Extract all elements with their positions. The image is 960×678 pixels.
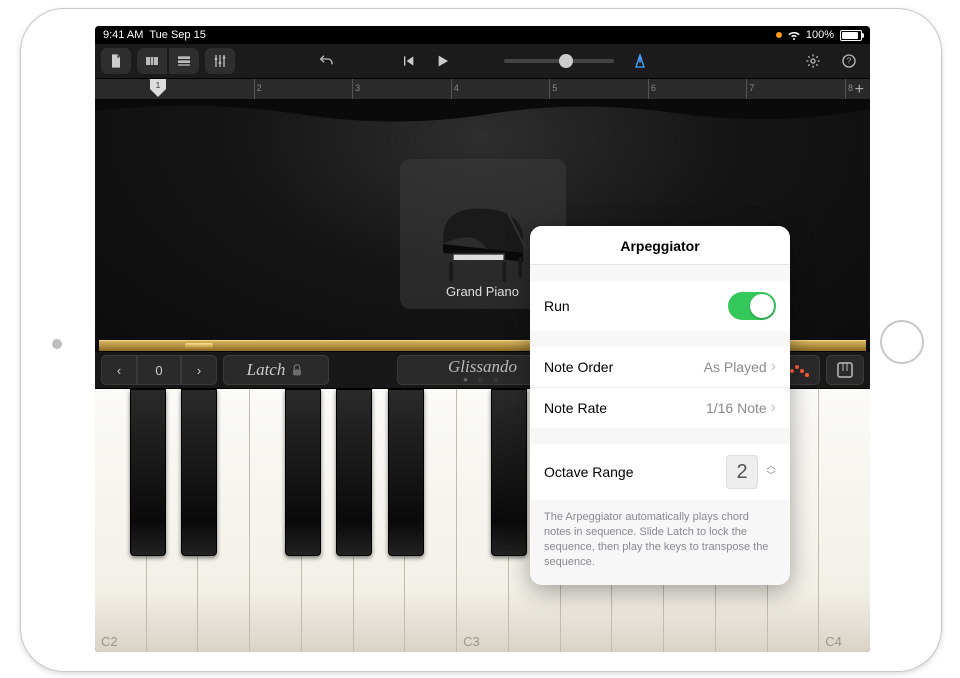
octave-range-row: Octave Range 2 ︿ ﹀ — [530, 444, 790, 500]
stage-curtain — [95, 99, 870, 129]
black-key[interactable] — [130, 389, 166, 556]
black-key[interactable] — [491, 389, 527, 556]
instrument-name: Grand Piano — [446, 284, 519, 299]
note-order-value: As Played — [704, 359, 767, 375]
status-time: 9:41 AM — [103, 29, 143, 41]
octave-range-value: 2 — [726, 455, 758, 489]
help-icon: ? — [841, 53, 857, 69]
run-toggle[interactable] — [728, 292, 776, 320]
svg-text:?: ? — [847, 57, 852, 66]
undo-button[interactable] — [318, 53, 334, 69]
help-button[interactable]: ? — [834, 48, 864, 74]
ruler-marker: 2 — [257, 83, 262, 93]
battery-icon — [840, 30, 862, 41]
black-key[interactable] — [388, 389, 424, 556]
metronome-button[interactable] — [632, 53, 648, 69]
document-icon — [108, 53, 124, 69]
undo-icon — [318, 53, 334, 69]
keyboard-icon — [836, 361, 854, 379]
tracks-button[interactable] — [169, 48, 199, 74]
grand-piano-icon — [428, 204, 538, 284]
latch-button[interactable]: Latch — [223, 355, 329, 385]
slider-thumb[interactable] — [559, 54, 573, 68]
glissando-label: Glissando — [448, 357, 517, 377]
latch-label: Latch — [247, 360, 286, 380]
ruler-marker: 5 — [552, 83, 557, 93]
lock-icon — [289, 362, 305, 378]
mixer-icon — [212, 53, 228, 69]
note-order-label: Note Order — [544, 359, 613, 375]
browser-button[interactable] — [137, 48, 167, 74]
recording-indicator-icon — [776, 32, 782, 38]
battery-percent: 100% — [806, 29, 834, 41]
octave-value: 0 — [137, 355, 181, 385]
timeline-ruler[interactable]: 1 + 2 3 4 5 6 7 8 — [95, 79, 870, 99]
svg-text:1: 1 — [156, 81, 161, 90]
ruler-marker: 3 — [355, 83, 360, 93]
browser-icon — [144, 53, 160, 69]
arpeggiator-popover: Arpeggiator Run Note Order As Played › N… — [530, 226, 790, 585]
popover-title: Arpeggiator — [530, 226, 790, 265]
key-label: C4 — [825, 634, 842, 649]
key-label: C3 — [463, 634, 480, 649]
status-bar: 9:41 AM Tue Sep 15 100% — [95, 26, 870, 44]
settings-button[interactable] — [798, 48, 828, 74]
metronome-icon — [632, 53, 648, 69]
ruler-marker: 6 — [651, 83, 656, 93]
note-rate-label: Note Rate — [544, 400, 607, 416]
status-date: Tue Sep 15 — [149, 29, 205, 41]
note-rate-row[interactable]: Note Rate 1/16 Note › — [530, 388, 790, 428]
note-rate-value: 1/16 Note — [706, 400, 767, 416]
my-songs-button[interactable] — [101, 48, 131, 74]
run-label: Run — [544, 298, 570, 314]
tracks-icon — [176, 53, 192, 69]
run-row: Run — [530, 281, 790, 331]
front-camera — [52, 339, 62, 349]
stepper-down-button[interactable]: ﹀ — [766, 472, 776, 482]
wifi-icon — [788, 29, 800, 41]
chevron-right-icon: › — [771, 399, 776, 417]
octave-down-button[interactable]: ‹ — [101, 355, 137, 385]
gear-icon — [805, 53, 821, 69]
ruler-marker: 4 — [454, 83, 459, 93]
popover-description: The Arpeggiator automatically plays chor… — [530, 500, 790, 585]
playhead-icon[interactable]: 1 — [150, 79, 166, 99]
keyboard-layout-button[interactable] — [826, 355, 864, 385]
add-section-button[interactable]: + — [855, 81, 864, 99]
skip-back-icon — [400, 53, 416, 69]
ruler-marker: 7 — [749, 83, 754, 93]
key-label: C2 — [101, 634, 118, 649]
master-volume-slider[interactable] — [504, 59, 614, 63]
screen: 9:41 AM Tue Sep 15 100% — [95, 26, 870, 652]
note-order-row[interactable]: Note Order As Played › — [530, 347, 790, 388]
black-key[interactable] — [181, 389, 217, 556]
main-toolbar: ? — [95, 44, 870, 79]
fx-button[interactable] — [205, 48, 235, 74]
octave-up-button[interactable]: › — [181, 355, 217, 385]
home-button[interactable] — [880, 320, 924, 364]
play-button[interactable] — [434, 53, 450, 69]
rewind-button[interactable] — [400, 53, 416, 69]
black-key[interactable] — [285, 389, 321, 556]
page-dots-icon: ● ○ ○ — [463, 377, 502, 383]
ruler-marker: 8 — [848, 83, 853, 93]
black-key[interactable] — [336, 389, 372, 556]
hinge-decor — [185, 343, 213, 349]
play-icon — [434, 53, 450, 69]
octave-range-label: Octave Range — [544, 464, 634, 480]
chevron-right-icon: › — [771, 358, 776, 376]
